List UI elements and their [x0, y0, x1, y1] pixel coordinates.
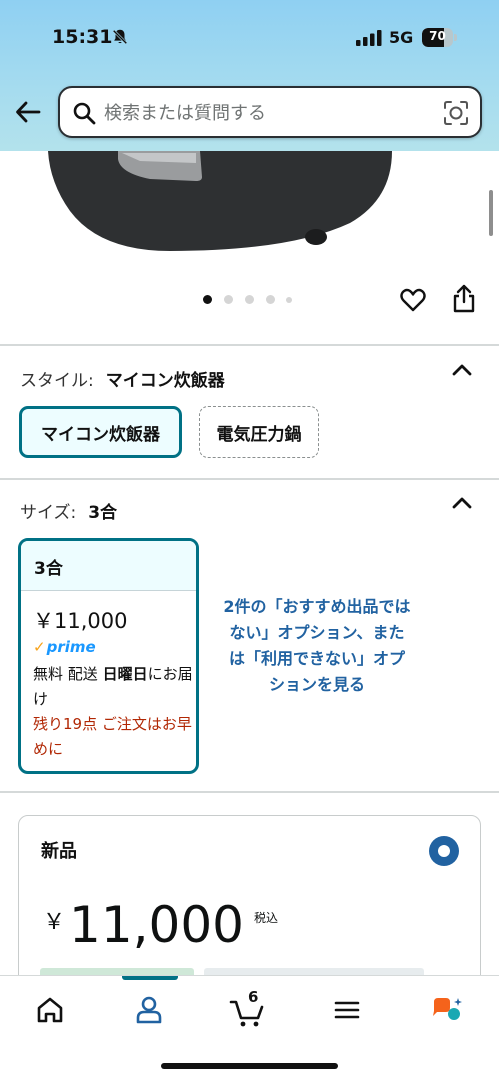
size-option-title: 3合 — [21, 541, 196, 591]
delivery-info: 無料 配送 日曜日にお届け — [33, 662, 193, 712]
nav-cart[interactable]: 6 — [228, 988, 268, 1030]
user-icon — [136, 996, 162, 1024]
active-tab-indicator — [122, 976, 178, 980]
divider — [0, 344, 499, 346]
carousel-dot — [266, 295, 275, 304]
carousel-dot — [224, 295, 233, 304]
nav-home[interactable] — [30, 990, 70, 1030]
carousel-dot-active — [203, 295, 212, 304]
cellular-signal-icon — [356, 30, 382, 46]
cart-count: 6 — [248, 988, 259, 1006]
radio-selected[interactable] — [429, 836, 459, 866]
product-image[interactable] — [0, 151, 499, 281]
header: 15:31 5G 70 — [0, 0, 499, 151]
status-time: 15:31 — [52, 26, 113, 48]
heart-icon[interactable] — [399, 286, 427, 314]
style-label: スタイル: — [20, 371, 94, 391]
check-icon: ✓ — [33, 638, 46, 656]
style-option-selected[interactable]: マイコン炊飯器 — [19, 406, 182, 458]
carousel-dot — [245, 295, 254, 304]
chevron-up-icon[interactable] — [451, 496, 473, 510]
tax-label: 税込 — [253, 911, 278, 925]
delivery-prefix: 無料 配送 — [33, 665, 98, 683]
battery-icon: 70 — [422, 28, 458, 47]
other-options-link[interactable]: 2件の「おすすめ出品ではない」オプション、または「利用できない」オプションを見る — [222, 594, 412, 698]
chevron-up-icon[interactable] — [451, 363, 473, 377]
stock-warning: 残り19点 ご注文はお早めに — [33, 715, 192, 758]
delivery-day: 日曜日 — [102, 665, 148, 683]
price-amount: 11,000 — [69, 896, 244, 954]
style-option[interactable]: 電気圧力鍋 — [199, 406, 319, 458]
new-offer-price: ￥11,000 税込 — [43, 896, 278, 954]
back-arrow-icon[interactable] — [14, 98, 42, 126]
divider — [0, 791, 499, 793]
size-option-card[interactable]: 3合 ￥11,000 ✓prime 無料 配送 日曜日にお届け 残り19点 ご注… — [18, 538, 199, 774]
size-option-price: ￥11,000 — [33, 609, 128, 633]
search-bar[interactable] — [58, 86, 482, 138]
style-value: マイコン炊飯器 — [105, 371, 225, 391]
home-icon — [37, 997, 63, 1023]
size-label: サイズ: — [20, 503, 77, 523]
divider — [0, 478, 499, 480]
nav-account[interactable] — [129, 990, 169, 1030]
prime-label: prime — [46, 638, 96, 656]
new-offer-title: 新品 — [41, 841, 77, 862]
home-indicator — [161, 1063, 338, 1069]
battery-level: 70 — [429, 29, 446, 43]
menu-icon — [334, 1001, 360, 1019]
nav-menu[interactable] — [327, 990, 367, 1030]
share-icon[interactable] — [451, 284, 477, 314]
assistant-icon — [433, 998, 462, 1020]
rice-cooker-image — [48, 151, 392, 251]
search-icon — [73, 102, 96, 125]
currency-symbol: ￥ — [43, 910, 66, 935]
image-carousel-dots — [201, 293, 301, 305]
size-value: 3合 — [88, 503, 118, 523]
size-label-row: サイズ: 3合 — [20, 498, 117, 523]
nav-assistant[interactable] — [426, 990, 466, 1030]
search-input[interactable] — [104, 98, 434, 128]
style-label-row: スタイル: マイコン炊飯器 — [20, 366, 225, 391]
bell-muted-icon — [112, 29, 128, 45]
prime-badge: ✓prime — [33, 638, 96, 656]
network-type: 5G — [389, 28, 414, 47]
scroll-indicator — [489, 190, 493, 236]
carousel-dot — [286, 297, 292, 303]
camera-lens-icon[interactable] — [442, 99, 470, 127]
